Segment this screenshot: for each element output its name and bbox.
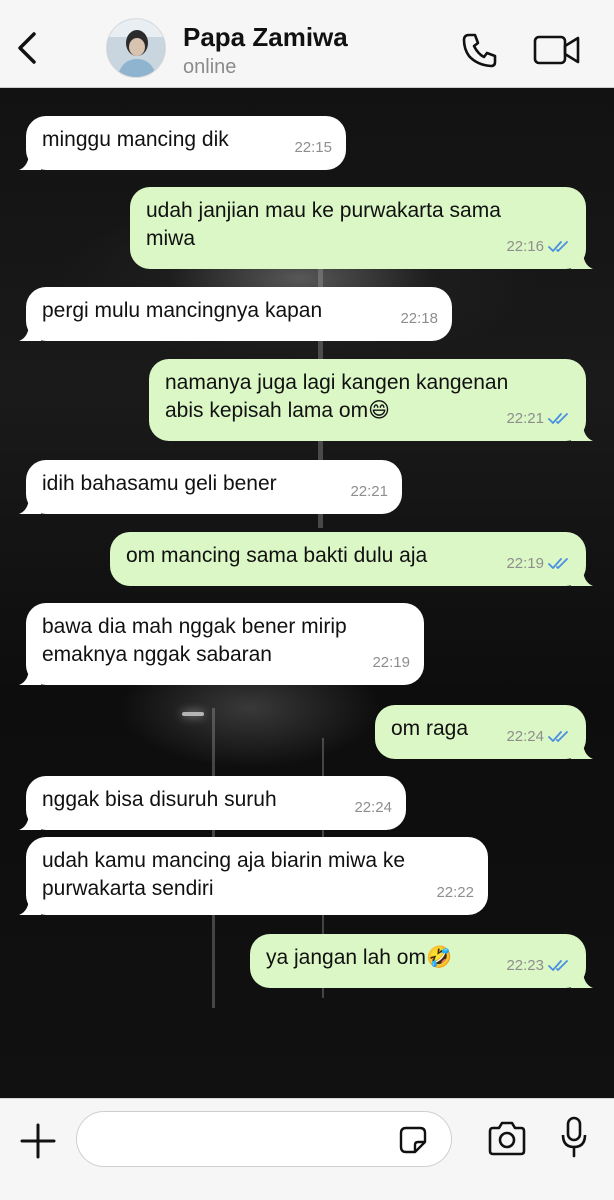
message-time: 22:24 — [506, 728, 544, 745]
message-meta: 22:22 — [436, 879, 474, 907]
outgoing-message[interactable]: udah janjian mau ke purwakarta sama miwa… — [130, 187, 593, 269]
outgoing-message[interactable]: om raga 22:24 — [375, 705, 593, 759]
message-meta: 22:19 — [506, 550, 572, 578]
message-time: 22:19 — [372, 654, 410, 671]
message-time: 22:21 — [506, 410, 544, 427]
incoming-message[interactable]: pergi mulu mancingnya kapan 22:18 — [19, 287, 452, 341]
message-input[interactable] — [76, 1111, 452, 1167]
message-meta: 22:21 — [506, 405, 572, 433]
bubble-tail — [19, 319, 41, 341]
message-time: 22:16 — [506, 238, 544, 255]
message-meta: 22:23 — [506, 952, 572, 980]
outgoing-message[interactable]: ya jangan lah om🤣 22:23 — [250, 934, 593, 988]
message-meta: 22:15 — [294, 134, 332, 162]
message-time: 22:24 — [354, 799, 392, 816]
message-text: udah kamu mancing aja biarin miwa ke pur… — [42, 849, 406, 900]
bubble-tail — [19, 492, 41, 514]
composer-bar — [0, 1098, 614, 1200]
bubble-tail — [19, 663, 41, 685]
chat-area[interactable]: minggu mancing dik 22:15 udah janjian mau … — [0, 88, 614, 1098]
message-text: pergi mulu mancingnya kapan — [42, 299, 323, 322]
message-meta: 22:19 — [372, 649, 410, 677]
message-meta: 22:24 — [506, 723, 572, 751]
bubble-tail — [571, 564, 593, 586]
outgoing-message[interactable]: namanya juga lagi kangen kangenan abis k… — [149, 359, 593, 441]
plus-icon — [20, 1123, 56, 1159]
message-meta: 22:24 — [354, 794, 392, 822]
avatar[interactable] — [106, 18, 166, 78]
double-check-icon — [548, 960, 568, 971]
phone-icon — [462, 33, 497, 68]
incoming-message[interactable]: udah kamu mancing aja biarin miwa ke pur… — [19, 837, 488, 915]
message-text: idih bahasamu geli bener — [42, 472, 277, 495]
message-meta: 22:16 — [506, 233, 572, 261]
bubble-tail — [19, 893, 41, 915]
sticker-button[interactable] — [398, 1125, 428, 1155]
chat-header: Papa Zamiwa online — [0, 0, 614, 88]
message-time: 22:22 — [436, 884, 474, 901]
bubble-tail — [571, 966, 593, 988]
bubble-tail — [571, 247, 593, 269]
bubble-tail — [571, 737, 593, 759]
outgoing-message[interactable]: om mancing sama bakti dulu aja 22:19 — [110, 532, 593, 586]
incoming-message[interactable]: bawa dia mah nggak bener mirip emaknya n… — [19, 603, 424, 685]
double-check-icon — [548, 731, 568, 742]
message-meta: 22:21 — [350, 478, 388, 506]
voice-message-button[interactable] — [560, 1115, 588, 1159]
double-check-icon — [548, 413, 568, 424]
sticker-icon — [399, 1126, 427, 1154]
message-text: nggak bisa disuruh suruh — [42, 788, 277, 811]
voice-call-button[interactable] — [460, 30, 500, 70]
avatar-image — [107, 19, 165, 77]
message-text: bawa dia mah nggak bener mirip emaknya n… — [42, 615, 347, 666]
attach-button[interactable] — [18, 1121, 58, 1161]
camera-icon — [488, 1121, 526, 1156]
bubble-tail — [19, 808, 41, 830]
bubble-tail — [19, 148, 41, 170]
incoming-message[interactable]: minggu mancing dik 22:15 — [19, 116, 346, 170]
double-check-icon — [548, 241, 568, 252]
message-time: 22:21 — [350, 483, 388, 500]
microphone-icon — [561, 1116, 587, 1158]
message-time: 22:19 — [506, 555, 544, 572]
message-meta: 22:18 — [400, 305, 438, 333]
double-check-icon — [548, 558, 568, 569]
contact-status: online — [183, 56, 237, 78]
back-button[interactable] — [12, 28, 44, 68]
bubble-tail — [571, 419, 593, 441]
message-time: 22:15 — [294, 139, 332, 156]
message-text: minggu mancing dik — [42, 128, 229, 151]
camera-button[interactable] — [486, 1121, 528, 1157]
incoming-message[interactable]: nggak bisa disuruh suruh 22:24 — [19, 776, 406, 830]
video-camera-icon — [533, 35, 580, 65]
chevron-left-icon — [18, 32, 36, 64]
message-time: 22:18 — [400, 310, 438, 327]
message-text: om mancing sama bakti dulu aja — [126, 544, 428, 567]
video-call-button[interactable] — [532, 32, 582, 68]
background-lamp-light — [182, 712, 204, 716]
message-time: 22:23 — [506, 957, 544, 974]
incoming-message[interactable]: idih bahasamu geli bener 22:21 — [19, 460, 402, 514]
contact-name[interactable]: Papa Zamiwa — [183, 22, 348, 53]
